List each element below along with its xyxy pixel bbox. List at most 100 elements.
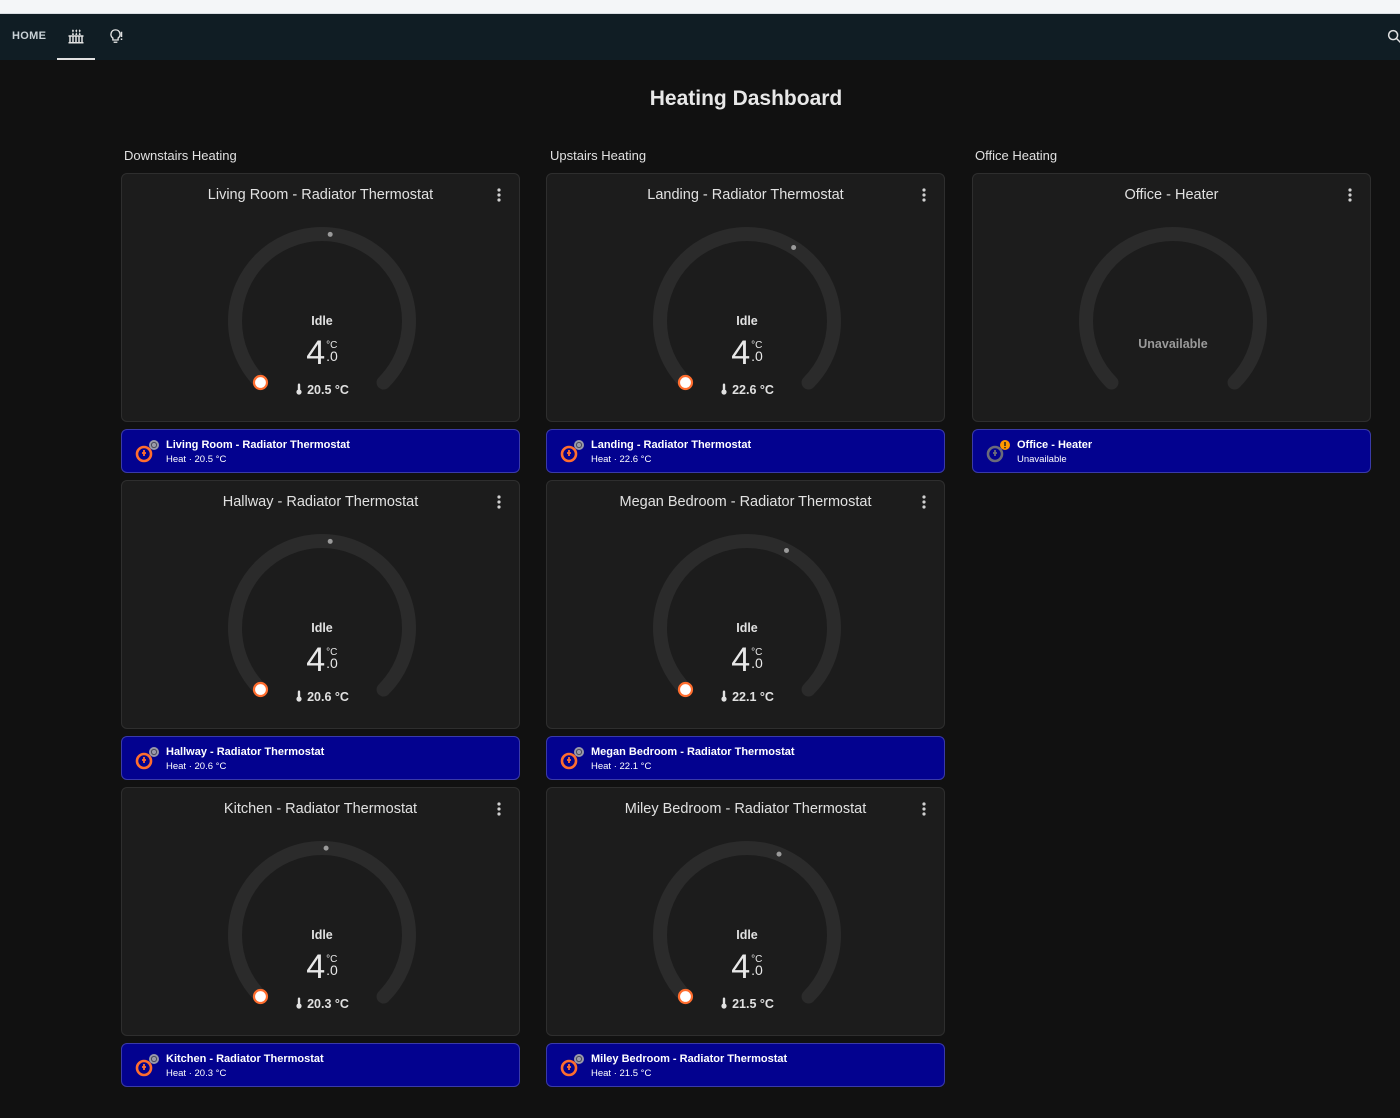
thermostat-entity-icon xyxy=(559,1053,585,1079)
entity-chip[interactable]: Office - Heater Unavailable xyxy=(972,429,1371,473)
thermostat-heat-icon xyxy=(560,747,584,770)
thermostat-gauge[interactable]: Unavailable xyxy=(1068,212,1278,402)
idle-badge xyxy=(149,1054,159,1064)
thermostat-heat-icon xyxy=(135,440,159,463)
tab-home[interactable]: HOME xyxy=(12,30,46,42)
tab-heating[interactable] xyxy=(57,14,95,60)
thermostat-entity-icon xyxy=(559,746,585,772)
current-temp-marker xyxy=(783,547,789,553)
card-menu-button[interactable] xyxy=(493,801,505,817)
target-unit-stack: °C .0 xyxy=(751,340,763,363)
thermometer-icon xyxy=(296,690,302,702)
thermostat-entity-icon xyxy=(134,746,160,772)
card-title: Miley Bedroom - Radiator Thermostat xyxy=(624,801,867,817)
thermostat-card[interactable]: Landing - Radiator Thermostat Idle 4 °C .0 22… xyxy=(546,173,945,422)
card-title: Living Room - Radiator Thermostat xyxy=(207,187,434,203)
target-decimal: .0 xyxy=(326,655,338,671)
entity-chip[interactable]: Landing - Radiator Thermostat Heat · 22.6… xyxy=(546,429,945,473)
search-button[interactable] xyxy=(1386,28,1400,46)
thermostat-card[interactable]: Miley Bedroom - Radiator Thermostat Idle 4… xyxy=(546,787,945,1036)
idle-badge xyxy=(574,440,584,450)
idle-badge xyxy=(574,747,584,757)
current-temperature-value: 20.5 °C xyxy=(307,383,349,397)
idle-badge xyxy=(149,747,159,757)
gauge-arc xyxy=(228,534,416,698)
current-temperature: 20.5 °C xyxy=(217,383,427,397)
current-temp-marker xyxy=(327,231,333,237)
thermostat-heat-icon xyxy=(560,1054,584,1077)
target-integer: 4 xyxy=(306,334,326,372)
thermostat-heat-icon xyxy=(135,747,159,770)
entity-name: Living Room - Radiator Thermostat xyxy=(166,439,350,451)
thermostat-gauge[interactable]: Idle 4 °C .0 20.3 °C xyxy=(217,826,427,1016)
entity-state: Heat · 21.5 °C xyxy=(591,1068,652,1079)
entity-state: Unavailable xyxy=(1017,454,1067,465)
thermostat-card[interactable]: Kitchen - Radiator Thermostat Idle 4 °C .0 20… xyxy=(121,787,520,1036)
entity-chip[interactable]: Living Room - Radiator Thermostat Heat · … xyxy=(121,429,520,473)
entity-state: Heat · 20.5 °C xyxy=(166,454,227,465)
browser-top-strip xyxy=(0,0,1400,14)
card-menu-button[interactable] xyxy=(493,187,505,203)
hvac-action-label: Idle xyxy=(311,314,333,328)
thermostat-gauge[interactable]: Idle 4 °C .0 21.5 °C xyxy=(642,826,852,1016)
thermostat-gauge[interactable]: Idle 4 °C .0 22.6 °C xyxy=(642,212,852,402)
target-integer: 4 xyxy=(306,948,326,986)
dots-vertical-icon xyxy=(922,188,926,202)
thermostat-card[interactable]: Office - Heater Unavailable xyxy=(972,173,1371,422)
thermostat-heat-icon xyxy=(135,1054,159,1077)
thermostat-card[interactable]: Hallway - Radiator Thermostat Idle 4 °C .0 20… xyxy=(121,480,520,729)
current-temperature-value: 22.1 °C xyxy=(732,690,774,704)
gauge-arc xyxy=(228,841,416,1005)
thermostat-gauge[interactable]: Idle 4 °C .0 22.1 °C xyxy=(642,519,852,709)
target-decimal: .0 xyxy=(326,348,338,364)
tab-lights[interactable] xyxy=(100,14,134,60)
current-temp-marker xyxy=(791,245,797,251)
thermostat-heat-icon xyxy=(560,440,584,463)
entity-state: Heat · 22.6 °C xyxy=(591,454,652,465)
thermostat-card[interactable]: Megan Bedroom - Radiator Thermostat Idle 4… xyxy=(546,480,945,729)
target-temperature: 4 °C .0 xyxy=(642,950,852,984)
card-title: Landing - Radiator Thermostat xyxy=(647,187,844,203)
gauge-arc xyxy=(653,227,841,391)
gauge-arc xyxy=(1079,227,1267,390)
dots-vertical-icon xyxy=(497,495,501,509)
card-menu-button[interactable] xyxy=(1344,187,1356,203)
thermostat-gauge[interactable]: Idle 4 °C .0 20.6 °C xyxy=(217,519,427,709)
thermometer-icon xyxy=(296,383,302,395)
current-temperature: 21.5 °C xyxy=(642,997,852,1011)
target-unit-stack: °C .0 xyxy=(751,647,763,671)
thermostat-card[interactable]: Living Room - Radiator Thermostat Idle 4 °C… xyxy=(121,173,520,422)
entity-chip[interactable]: Megan Bedroom - Radiator Thermostat Heat … xyxy=(546,736,945,780)
entity-chip[interactable]: Kitchen - Radiator Thermostat Heat · 20.3… xyxy=(121,1043,520,1087)
current-temperature: 22.1 °C xyxy=(642,690,852,704)
target-decimal: .0 xyxy=(751,962,763,978)
idle-badge xyxy=(149,440,159,450)
target-unit-stack: °C .0 xyxy=(326,954,338,978)
target-temperature: 4 °C .0 xyxy=(217,336,427,370)
target-temperature: 4 °C .0 xyxy=(217,643,427,677)
lightbulb-alert-icon xyxy=(110,29,123,43)
target-integer: 4 xyxy=(306,641,326,679)
entity-name: Landing - Radiator Thermostat xyxy=(591,439,752,451)
card-menu-button[interactable] xyxy=(918,801,930,817)
card-menu-button[interactable] xyxy=(918,494,930,510)
current-temperature: 20.6 °C xyxy=(217,690,427,704)
current-temperature-value: 20.6 °C xyxy=(307,690,349,704)
dots-vertical-icon xyxy=(1348,188,1352,202)
target-integer: 4 xyxy=(731,948,751,986)
card-title: Megan Bedroom - Radiator Thermostat xyxy=(619,494,872,510)
gauge-arc xyxy=(653,841,841,1005)
target-decimal: .0 xyxy=(326,962,338,978)
card-menu-button[interactable] xyxy=(918,187,930,203)
entity-chip[interactable]: Hallway - Radiator Thermostat Heat · 20.6… xyxy=(121,736,520,780)
target-decimal: .0 xyxy=(751,655,763,671)
hvac-action-label: Idle xyxy=(736,314,758,328)
hvac-action-label: Idle xyxy=(736,928,758,942)
thermostat-gauge[interactable]: Idle 4 °C .0 20.5 °C xyxy=(217,212,427,402)
dots-vertical-icon xyxy=(922,802,926,816)
hvac-action-label: Idle xyxy=(311,928,333,942)
hvac-action-label: Idle xyxy=(311,621,333,635)
target-integer: 4 xyxy=(731,641,751,679)
card-menu-button[interactable] xyxy=(493,494,505,510)
entity-chip[interactable]: Miley Bedroom - Radiator Thermostat Heat … xyxy=(546,1043,945,1087)
